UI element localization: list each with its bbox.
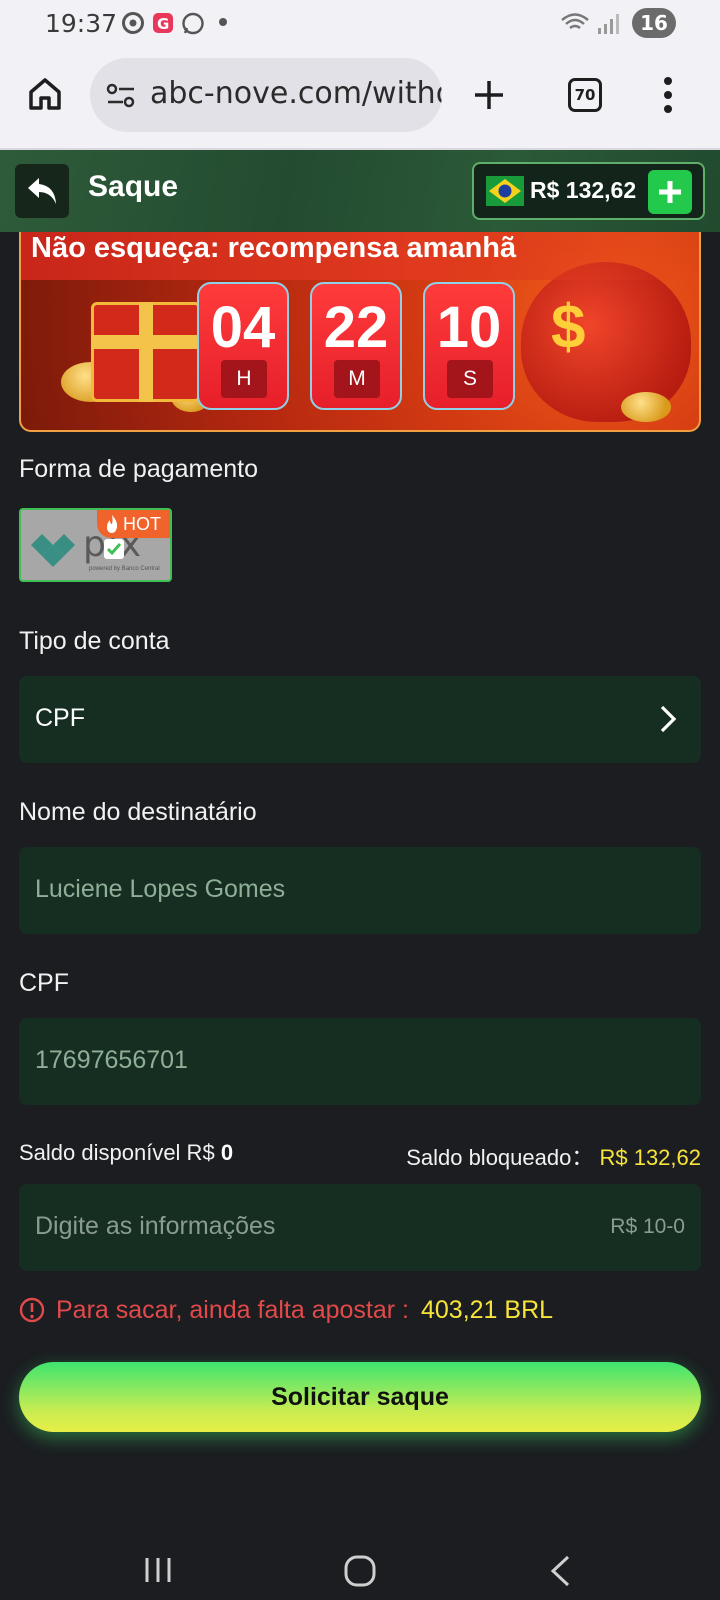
pix-logo-icon xyxy=(31,534,75,567)
back-button[interactable] xyxy=(15,164,69,218)
timer-hours-value: 04 xyxy=(210,295,276,360)
status-time: 19:37 xyxy=(45,9,118,38)
available-balance-label: Saldo disponível R$ xyxy=(19,1140,215,1165)
pix-logo-subtitle: powered by Banco Central xyxy=(89,566,160,572)
address-bar[interactable]: abc-nove.com/withdraw xyxy=(90,58,442,132)
back-nav-icon[interactable] xyxy=(548,1554,572,1588)
alert-circle-icon xyxy=(19,1297,45,1323)
home-nav-icon[interactable] xyxy=(343,1554,377,1588)
svg-text:G: G xyxy=(157,15,169,33)
hot-badge: HOT xyxy=(97,510,170,538)
banner-title: Não esqueça: recompensa amanhã xyxy=(31,232,517,264)
system-nav-bar xyxy=(0,1520,720,1600)
signal-icon xyxy=(598,14,619,34)
cpf-label: CPF xyxy=(19,969,69,997)
gift-box-image xyxy=(91,302,201,402)
account-type-value: CPF xyxy=(35,704,85,732)
dot-icon xyxy=(219,18,227,26)
dollar-symbol-icon: $ xyxy=(551,293,586,362)
wager-warning: Para sacar, ainda falta apostar : 403,21 … xyxy=(56,1296,553,1325)
plus-icon xyxy=(659,181,681,203)
whatsapp-icon xyxy=(182,12,204,35)
timer-minutes-value: 22 xyxy=(323,295,389,360)
site-settings-icon[interactable] xyxy=(106,82,136,110)
new-tab-icon[interactable] xyxy=(472,78,506,112)
available-balance-value: 0 xyxy=(220,1140,234,1165)
amount-range: R$ 10-0 xyxy=(610,1215,685,1238)
deposit-button[interactable] xyxy=(648,170,692,214)
timer-seconds-unit: S xyxy=(447,360,493,398)
balance-amount: R$ 132,62 xyxy=(530,177,637,203)
recipient-name-input[interactable]: Luciene Lopes Gomes xyxy=(19,847,701,934)
wifi-icon xyxy=(561,13,589,30)
reward-banner[interactable]: $ Não esqueça: recompensa amanhã 04 H 22… xyxy=(19,232,701,432)
timer-hours-unit: H xyxy=(221,360,267,398)
blocked-balance-value: R$ 132,62 xyxy=(599,1145,701,1170)
blocked-balance-label: Saldo bloqueado： xyxy=(406,1145,594,1170)
hot-badge-text: HOT xyxy=(123,514,161,534)
flame-icon xyxy=(107,515,118,533)
timer-minutes-unit: M xyxy=(334,360,380,398)
recipient-name-label: Nome do destinatário xyxy=(19,798,257,826)
payment-method-label: Forma de pagamento xyxy=(19,455,259,483)
status-bar: 19:37 G 16 xyxy=(0,0,720,48)
request-withdrawal-button[interactable]: Solicitar saque xyxy=(19,1362,701,1432)
home-icon[interactable] xyxy=(27,76,63,112)
account-type-select[interactable]: CPF xyxy=(19,676,701,763)
url-text: abc-nove.com/withdraw xyxy=(150,76,442,111)
cpf-value: 17697656701 xyxy=(35,1046,188,1074)
cpf-input[interactable]: 17697656701 xyxy=(19,1018,701,1105)
app-header: Saque R$ 132,62 xyxy=(0,150,720,232)
check-icon xyxy=(104,539,124,559)
recipient-name-value: Luciene Lopes Gomes xyxy=(35,875,286,903)
amount-input[interactable]: Digite as informações R$ 10-0 xyxy=(19,1184,701,1271)
timer-seconds: 10 S xyxy=(423,282,515,410)
blocked-balance: Saldo bloqueado： R$ 132,62 xyxy=(406,1140,701,1172)
browser-toolbar: abc-nove.com/withdraw 70 xyxy=(0,48,720,150)
g-app-icon: G xyxy=(153,13,173,33)
wager-warning-text: Para sacar, ainda falta apostar : xyxy=(56,1296,409,1324)
recent-apps-icon[interactable] xyxy=(143,1556,173,1584)
chrome-icon xyxy=(122,12,144,34)
coins-decoration xyxy=(621,392,671,422)
timer-seconds-value: 10 xyxy=(436,295,502,360)
back-arrow-icon xyxy=(28,178,56,204)
account-type-label: Tipo de conta xyxy=(19,627,170,655)
tab-switcher-button[interactable]: 70 xyxy=(568,78,602,112)
timer-minutes: 22 M xyxy=(310,282,402,410)
payment-option-pix[interactable]: pix powered by Banco Central HOT xyxy=(19,508,172,582)
available-balance: Saldo disponível R$ 0 xyxy=(19,1140,233,1166)
timer-hours: 04 H xyxy=(197,282,289,410)
wager-warning-amount: 403,21 BRL xyxy=(421,1296,554,1324)
balance-widget: R$ 132,62 xyxy=(472,162,705,220)
page-title: Saque xyxy=(88,170,179,203)
more-icon[interactable] xyxy=(662,76,674,114)
chevron-right-icon xyxy=(660,705,677,733)
brazil-flag-icon xyxy=(486,176,524,206)
amount-placeholder: Digite as informações xyxy=(35,1212,276,1240)
battery-indicator: 16 xyxy=(632,8,676,38)
